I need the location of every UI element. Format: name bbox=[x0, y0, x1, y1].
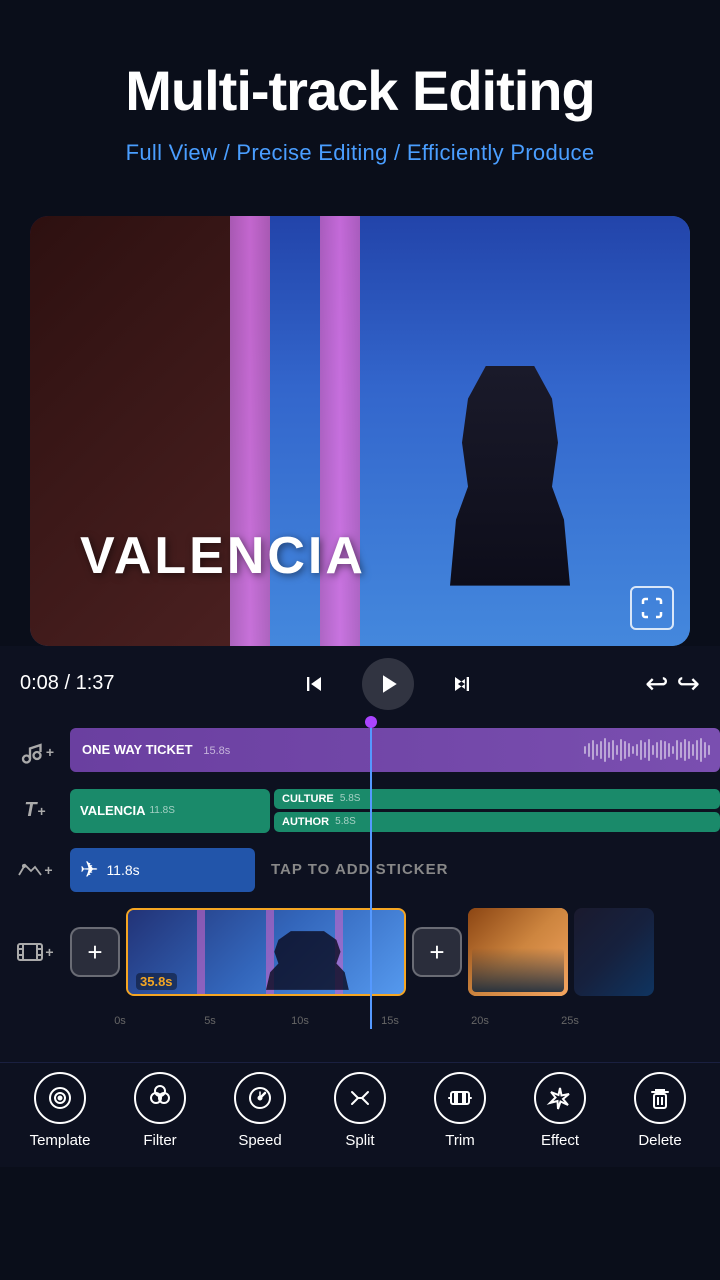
time-display: 0:08 / 1:37 bbox=[20, 672, 130, 695]
trim-icon bbox=[434, 1072, 486, 1124]
text-segment-sub-wrap: CULTURE 5.8s AUTHOR 5.8s bbox=[274, 789, 720, 833]
redo-button[interactable]: ↪ bbox=[677, 667, 700, 700]
video-clip-extra[interactable] bbox=[468, 908, 568, 996]
tap-sticker-label: TAP TO ADD STICKER bbox=[271, 861, 448, 878]
main-title: Multi-track Editing bbox=[40, 60, 680, 122]
trim-label: Trim bbox=[445, 1132, 474, 1149]
skip-back-button[interactable] bbox=[296, 666, 332, 702]
toolbar-filter[interactable]: Filter bbox=[120, 1072, 200, 1149]
sticker-track-content: ✈ 11.8s TAP TO ADD STICKER bbox=[70, 848, 720, 892]
filter-icon bbox=[134, 1072, 186, 1124]
toolbar-trim[interactable]: Trim bbox=[420, 1072, 500, 1149]
timeline-tracks-wrapper: + ONE WAY TICKET 15.8s bbox=[0, 722, 720, 1029]
delete-icon bbox=[634, 1072, 686, 1124]
video-track-content: + 35.8s + bbox=[70, 904, 720, 1000]
bottom-toolbar: Template Filter Speed bbox=[0, 1062, 720, 1167]
timeline-area: + ONE WAY TICKET 15.8s bbox=[0, 722, 720, 1062]
video-preview-container: VALENCIA bbox=[30, 216, 690, 646]
playback-controls bbox=[296, 658, 480, 710]
header-section: Multi-track Editing Full View / Precise … bbox=[0, 0, 720, 196]
sticker-track-row: + ✈ 11.8s TAP TO ADD STICKER bbox=[0, 840, 720, 900]
video-clip-main[interactable]: 35.8s bbox=[126, 908, 406, 996]
ruler-5s: 5s bbox=[204, 1015, 216, 1027]
subtitle: Full View / Precise Editing / Efficientl… bbox=[40, 140, 680, 166]
text-segment-author[interactable]: AUTHOR 5.8s bbox=[274, 812, 720, 832]
undo-button[interactable]: ↩ bbox=[645, 667, 668, 700]
audio-track-segment[interactable]: ONE WAY TICKET 15.8s bbox=[70, 728, 720, 772]
ruler-0s: 0s bbox=[114, 1015, 126, 1027]
effect-label: Effect bbox=[541, 1132, 579, 1149]
text-track-content: VALENCIA 11.8s CULTURE 5.8s AUTHOR 5.8s bbox=[70, 789, 720, 833]
video-preview: VALENCIA bbox=[30, 216, 690, 646]
ruler-marks: 0s 5s 10s 15s 20s 25s bbox=[120, 1005, 650, 1029]
ruler-20s: 20s bbox=[471, 1015, 489, 1027]
add-clip-before-button[interactable]: + bbox=[70, 927, 120, 977]
person-silhouette bbox=[450, 366, 570, 586]
play-button[interactable] bbox=[362, 658, 414, 710]
sticker-icon: ✈ bbox=[80, 857, 98, 883]
timeline-controls: 0:08 / 1:37 ↩ ↪ bbox=[0, 646, 720, 722]
fullscreen-button[interactable] bbox=[630, 586, 674, 630]
video-clip-duration: 35.8s bbox=[136, 973, 177, 990]
sticker-segment[interactable]: ✈ 11.8s bbox=[70, 848, 255, 892]
video-track-row: + + 35.8s + bbox=[0, 900, 720, 1005]
effect-icon bbox=[534, 1072, 586, 1124]
text-track-icon: T + bbox=[0, 799, 70, 822]
split-label: Split bbox=[345, 1132, 374, 1149]
audio-track-content: ONE WAY TICKET 15.8s bbox=[70, 728, 720, 776]
speed-icon bbox=[234, 1072, 286, 1124]
sticker-track-icon: + bbox=[0, 859, 70, 881]
undo-redo-controls: ↩ ↪ bbox=[645, 667, 700, 700]
template-icon bbox=[34, 1072, 86, 1124]
text-track-row: T + VALENCIA 11.8s CULTURE 5.8s AUTHOR 5… bbox=[0, 782, 720, 840]
video-title-overlay: VALENCIA bbox=[80, 526, 366, 586]
sticker-duration: 11.8s bbox=[106, 862, 139, 878]
filter-label: Filter bbox=[143, 1132, 176, 1149]
tap-sticker-area[interactable]: TAP TO ADD STICKER bbox=[259, 848, 720, 892]
video-clip-extra2[interactable] bbox=[574, 908, 654, 996]
speed-label: Speed bbox=[238, 1132, 281, 1149]
add-clip-after-button[interactable]: + bbox=[412, 927, 462, 977]
audio-track-icon: + bbox=[0, 738, 70, 766]
audio-waveform bbox=[584, 738, 710, 762]
template-label: Template bbox=[30, 1132, 91, 1149]
audio-track-label: ONE WAY TICKET 15.8s bbox=[82, 742, 230, 757]
text-segment-culture[interactable]: CULTURE 5.8s bbox=[274, 789, 720, 809]
ruler-10s: 10s bbox=[291, 1015, 309, 1027]
video-track-icon: + bbox=[0, 940, 70, 964]
delete-label: Delete bbox=[638, 1132, 681, 1149]
toolbar-effect[interactable]: Effect bbox=[520, 1072, 600, 1149]
skip-forward-button[interactable] bbox=[444, 666, 480, 702]
toolbar-speed[interactable]: Speed bbox=[220, 1072, 300, 1149]
ruler-25s: 25s bbox=[561, 1015, 579, 1027]
audio-track-row: + ONE WAY TICKET 15.8s bbox=[0, 722, 720, 782]
split-icon bbox=[334, 1072, 386, 1124]
toolbar-split[interactable]: Split bbox=[320, 1072, 400, 1149]
toolbar-template[interactable]: Template bbox=[20, 1072, 100, 1149]
timeline-ruler: 0s 5s 10s 15s 20s 25s bbox=[0, 1005, 720, 1029]
toolbar-delete[interactable]: Delete bbox=[620, 1072, 700, 1149]
text-segment-valencia[interactable]: VALENCIA 11.8s bbox=[70, 789, 270, 833]
ruler-15s: 15s bbox=[381, 1015, 399, 1027]
